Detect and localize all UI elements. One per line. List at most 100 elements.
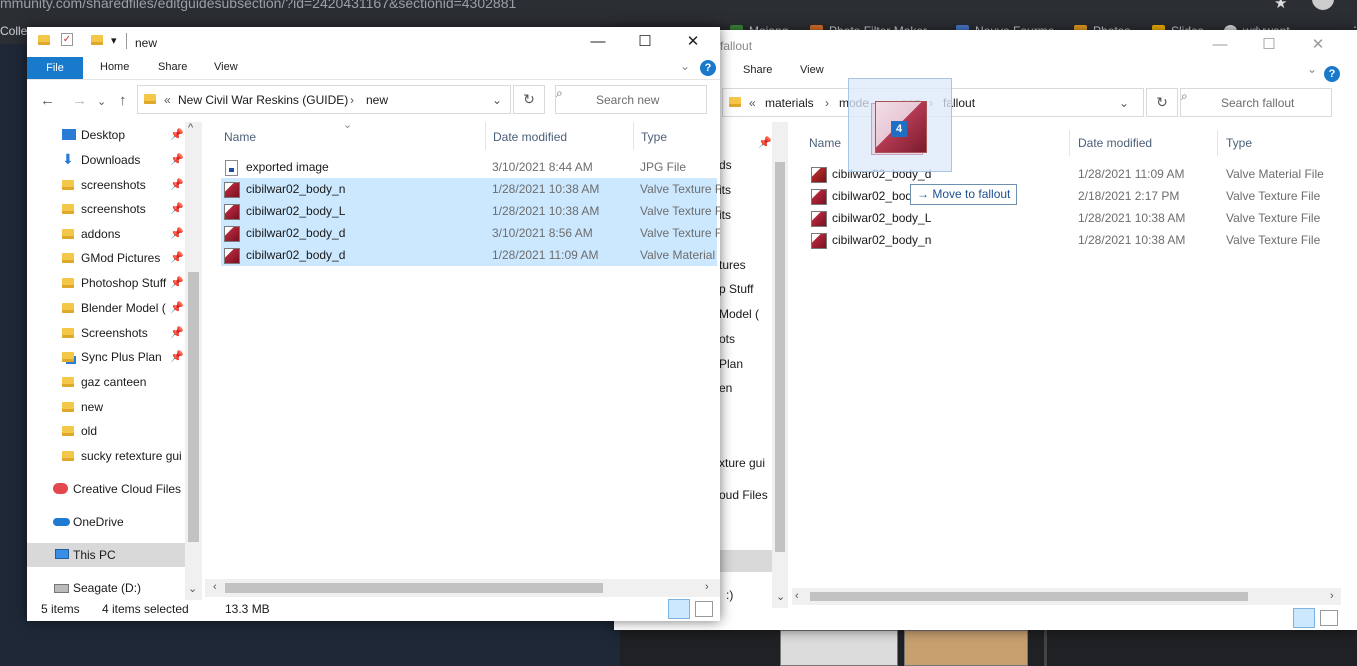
nav-item-this-pc[interactable]: This PC [27,543,185,567]
nav-scrollbar[interactable]: ^ ⌄ [185,122,202,600]
nav-item-partial[interactable]: its [719,208,731,222]
nav-item-screenshots-3[interactable]: Screenshots 📌 [27,321,187,345]
nav-item-partial[interactable]: oud Files [719,488,768,502]
forward-button[interactable]: → [72,92,87,109]
up-button[interactable]: ↑ [119,92,127,109]
nav-item-addons[interactable]: addons 📌 [27,222,187,246]
nav-item-gaz-canteen[interactable]: gaz canteen [27,370,187,394]
column-name[interactable]: Name [224,130,256,144]
address-dropdown-icon[interactable]: ⌄ [1119,96,1129,110]
address-dropdown-icon[interactable]: ⌄ [492,93,502,107]
nav-item-screenshots[interactable]: screenshots 📌 [27,173,187,197]
minimize-button[interactable]: — [575,29,621,55]
nav-item-sucky-retexture[interactable]: sucky retexture gui [27,444,187,468]
file-row[interactable]: cibilwar02_bod 2/18/2021 2:17 PM Valve T… [808,185,1338,207]
refresh-button[interactable]: ↻ [1146,88,1178,117]
scrollbar-thumb[interactable] [225,583,603,593]
tab-view[interactable]: View [214,61,238,73]
new-folder-icon[interactable] [91,35,103,45]
star-icon[interactable]: ★ [1274,0,1287,12]
nav-item-partial[interactable]: tures [719,258,746,272]
close-button[interactable]: ✕ [670,29,716,55]
scrollbar-thumb[interactable] [810,592,1248,601]
file-row[interactable]: exported image 3/10/2021 8:44 AM JPG Fil… [221,156,717,178]
nav-item-blender-model[interactable]: Blender Model (📌 [27,296,187,320]
nav-item-partial[interactable]: en [719,381,732,395]
nav-item-partial[interactable]: :) [726,588,733,602]
column-name[interactable]: Name [809,136,841,150]
nav-item-partial[interactable]: p Stuff [719,282,753,296]
nav-item-partial[interactable]: ots [719,332,735,346]
large-icons-view-icon[interactable] [1320,610,1338,626]
minimize-button[interactable]: — [1197,32,1243,58]
nav-item-sync-plus-plan[interactable]: Sync Plus Plan 📌 [27,345,187,369]
column-type[interactable]: Type [1226,136,1252,150]
maximize-button[interactable]: ☐ [1246,32,1292,58]
nav-item-creative-cloud[interactable]: Creative Cloud Files [27,477,187,501]
nav-scrollbar[interactable] [772,122,788,608]
ribbon-expand-icon[interactable]: ⌄ [1307,62,1317,76]
nav-item-partial[interactable]: its [719,183,731,197]
breadcrumb-materials[interactable]: materials [765,96,814,110]
tab-share[interactable]: Share [158,61,187,73]
nav-scroll-down-icon[interactable]: ⌄ [776,590,785,603]
search-box[interactable]: ⌕ Search new [555,85,707,114]
column-date[interactable]: Date modified [1078,136,1152,150]
file-row[interactable]: cibilwar02_body_n 1/28/2021 10:38 AM Val… [808,229,1338,251]
nav-item-partial[interactable]: Model ( [719,307,759,321]
details-view-icon[interactable] [668,599,690,619]
nav-item-partial[interactable]: ds [719,158,732,172]
column-divider[interactable] [485,122,486,150]
file-row-selected[interactable]: cibilwar02_body_d 1/28/2021 11:09 AM Val… [221,244,717,266]
tab-share[interactable]: Share [743,64,772,76]
nav-item-photoshop-stuff[interactable]: Photoshop Stuff 📌 [27,271,187,295]
nav-item-gmod-pictures[interactable]: GMod Pictures 📌 [27,246,187,270]
tab-view[interactable]: View [800,64,824,76]
maximize-button[interactable]: ☐ [622,29,668,55]
horizontal-scrollbar[interactable]: ‹ › [205,579,720,597]
scroll-right-icon[interactable]: › [705,581,709,593]
column-type[interactable]: Type [641,130,667,144]
breadcrumb-guide[interactable]: New Civil War Reskins (GUIDE) [178,93,348,107]
help-icon[interactable]: ? [1324,66,1340,82]
tab-file[interactable]: File [27,57,83,79]
scroll-right-icon[interactable]: › [1330,590,1334,602]
nav-item-downloads[interactable]: ⬇ Downloads 📌 [27,148,187,172]
properties-icon[interactable]: ✓ [61,33,73,46]
scroll-left-icon[interactable]: ‹ [213,581,217,593]
profile-avatar[interactable] [1312,0,1334,10]
recent-locations-icon[interactable]: ⌄ [97,95,106,108]
nav-item-old[interactable]: old [27,419,187,443]
nav-item-desktop[interactable]: Desktop 📌 [27,123,187,147]
qat-dropdown-icon[interactable]: ▾ [111,34,117,47]
column-divider[interactable] [1069,130,1070,156]
address-bar[interactable]: « New Civil War Reskins (GUIDE) › new ⌄ [137,85,511,114]
file-row-selected[interactable]: cibilwar02_body_n 1/28/2021 10:38 AM Val… [221,178,720,200]
nav-item-onedrive[interactable]: OneDrive [27,510,187,534]
nav-item-screenshots-2[interactable]: screenshots 📌 [27,197,187,221]
scrollbar-thumb[interactable] [188,272,199,542]
back-button[interactable]: ← [40,92,55,109]
nav-item-new[interactable]: new [27,395,187,419]
horizontal-scrollbar[interactable]: ‹ › [792,588,1341,605]
breadcrumb-new[interactable]: new [366,93,388,107]
close-button[interactable]: ✕ [1295,32,1341,58]
scroll-left-icon[interactable]: ‹ [795,590,799,602]
scroll-down-icon[interactable]: ⌄ [188,582,197,595]
tab-home[interactable]: Home [100,61,129,73]
search-box[interactable]: ⌕ Search fallout [1180,88,1332,117]
file-row-selected[interactable]: cibilwar02_body_d 3/10/2021 8:56 AM Valv… [221,222,720,244]
column-date[interactable]: Date modified [493,130,567,144]
nav-item-partial[interactable]: Plan [719,357,743,371]
details-view-icon[interactable] [1293,608,1315,628]
column-divider[interactable] [1217,130,1218,156]
address-bar-url[interactable]: mmunity.com/sharedfiles/editguidesubsect… [0,0,516,11]
ribbon-expand-icon[interactable]: ⌄ [680,59,690,73]
help-icon[interactable]: ? [700,60,716,76]
scrollbar-thumb[interactable] [775,162,785,552]
nav-item-seagate[interactable]: Seagate (D:) [27,576,187,600]
nav-item-partial[interactable]: xture gui [719,456,765,470]
scroll-up-icon[interactable]: ^ [188,122,193,134]
large-icons-view-icon[interactable] [695,601,713,617]
column-divider[interactable] [633,122,634,150]
